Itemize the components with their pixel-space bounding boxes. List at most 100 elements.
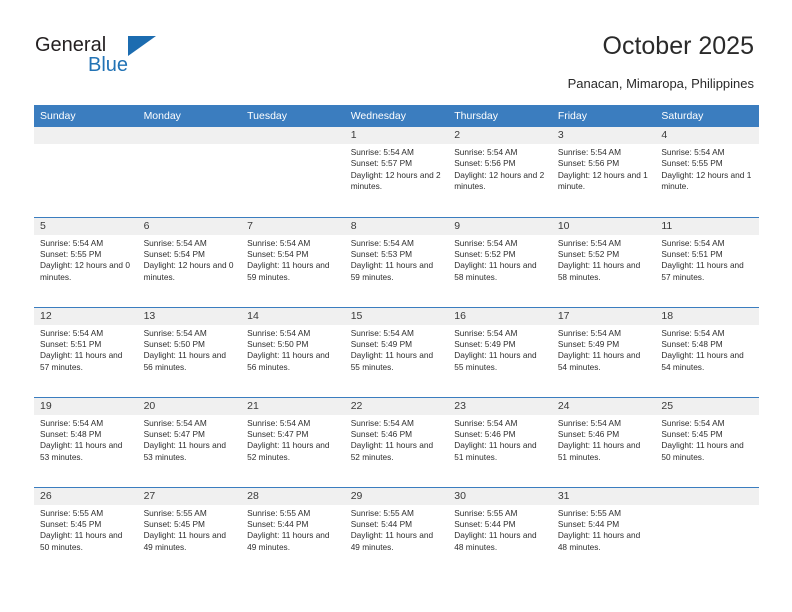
sunrise-text: Sunrise: 5:54 AM xyxy=(661,327,725,338)
calendar-day-cell[interactable]: 6 Sunrise: 5:54 AM Sunset: 5:54 PM Daylight… xyxy=(137,216,242,307)
calendar-day-cell[interactable]: 4 Sunrise: 5:54 AM Sunset: 5:55 PM Daylight… xyxy=(655,127,759,217)
day-number: 17 xyxy=(551,307,656,325)
sunset-text: Sunset: 5:57 PM xyxy=(350,158,413,169)
calendar-day-cell[interactable]: 24 Sunrise: 5:54 AM Sunset: 5:46 PM Dayligh… xyxy=(551,396,656,487)
day-number: 13 xyxy=(137,307,242,325)
calendar-day-cell[interactable]: 18 Sunrise: 5:54 AM Sunset: 5:48 PM Dayligh… xyxy=(655,306,759,397)
day-number: 21 xyxy=(241,397,345,415)
day-number: 5 xyxy=(34,217,138,235)
calendar-day-cell[interactable]: 20 Sunrise: 5:54 AM Sunset: 5:47 PM Dayligh… xyxy=(137,396,242,487)
logo-generalblue[interactable]: General Blue xyxy=(35,34,235,84)
calendar-cell-empty xyxy=(137,127,242,217)
calendar-day-cell[interactable]: 19 Sunrise: 5:54 AM Sunset: 5:48 PM Dayligh… xyxy=(34,396,138,487)
sunset-text: Sunset: 5:44 PM xyxy=(454,518,516,529)
sunset-text: Sunset: 5:45 PM xyxy=(143,518,205,529)
day-number: 11 xyxy=(655,217,759,235)
calendar-day-cell[interactable]: 1 Sunrise: 5:54 AM Sunset: 5:57 PM Daylight… xyxy=(344,127,449,217)
sunset-text: Sunset: 5:53 PM xyxy=(350,248,413,259)
calendar-day-cell[interactable]: 2 Sunrise: 5:54 AM Sunset: 5:56 PM Daylight… xyxy=(448,127,552,217)
sunset-text: Sunset: 5:51 PM xyxy=(661,248,723,259)
day-sun-info: Sunrise: 5:54 AM Sunset: 5:53 PM Daylight:… xyxy=(345,235,449,284)
day-number: 1 xyxy=(344,127,449,144)
page-title: October 2025 xyxy=(602,32,755,60)
day-sun-info: Sunrise: 5:54 AM Sunset: 5:54 PM Daylight:… xyxy=(138,235,242,284)
calendar-day-cell[interactable]: 14 Sunrise: 5:54 AM Sunset: 5:50 PM Dayligh… xyxy=(241,306,345,397)
day-number: 2 xyxy=(448,127,552,144)
sunset-text: Sunset: 5:46 PM xyxy=(350,428,413,439)
calendar-day-cell[interactable]: 12 Sunrise: 5:54 AM Sunset: 5:51 PM Dayligh… xyxy=(34,306,138,397)
sunrise-text: Sunrise: 5:54 AM xyxy=(557,237,621,248)
day-number: 24 xyxy=(551,397,656,415)
calendar-day-cell[interactable]: 9 Sunrise: 5:54 AM Sunset: 5:52 PM Daylight… xyxy=(448,216,552,307)
page-subtitle-location: Panacan, Mimaropa, Philippines xyxy=(567,76,754,91)
day-number: 20 xyxy=(137,397,242,415)
day-number xyxy=(34,127,138,144)
calendar-day-cell[interactable]: 28 Sunrise: 5:55 AM Sunset: 5:44 PM Dayligh… xyxy=(241,486,345,577)
daylight-text: Daylight: 11 hours and 51 minutes. xyxy=(557,440,641,462)
daylight-text: Daylight: 11 hours and 53 minutes. xyxy=(40,440,123,462)
day-number: 10 xyxy=(551,217,656,235)
calendar-day-cell[interactable]: 5 Sunrise: 5:54 AM Sunset: 5:55 PM Daylight… xyxy=(34,216,138,307)
calendar-day-cell[interactable]: 22 Sunrise: 5:54 AM Sunset: 5:46 PM Dayligh… xyxy=(344,396,449,487)
calendar-day-cell[interactable]: 3 Sunrise: 5:54 AM Sunset: 5:56 PM Daylight… xyxy=(551,127,656,217)
sunrise-text: Sunrise: 5:54 AM xyxy=(350,237,414,248)
day-number: 9 xyxy=(448,217,552,235)
calendar-day-cell[interactable]: 11 Sunrise: 5:54 AM Sunset: 5:51 PM Dayligh… xyxy=(655,216,759,307)
calendar-day-cell[interactable]: 10 Sunrise: 5:54 AM Sunset: 5:52 PM Dayligh… xyxy=(551,216,656,307)
day-number: 16 xyxy=(448,307,552,325)
calendar-day-cell[interactable]: 31 Sunrise: 5:55 AM Sunset: 5:44 PM Dayligh… xyxy=(551,486,656,577)
day-sun-info: Sunrise: 5:54 AM Sunset: 5:57 PM Daylight:… xyxy=(345,144,449,193)
calendar-day-cell[interactable]: 15 Sunrise: 5:54 AM Sunset: 5:49 PM Dayligh… xyxy=(344,306,449,397)
sunset-text: Sunset: 5:49 PM xyxy=(557,338,620,349)
sunrise-text: Sunrise: 5:54 AM xyxy=(557,417,621,428)
sunset-text: Sunset: 5:49 PM xyxy=(454,338,516,349)
calendar-day-cell[interactable]: 25 Sunrise: 5:54 AM Sunset: 5:45 PM Dayligh… xyxy=(655,396,759,487)
calendar-day-cell[interactable]: 7 Sunrise: 5:54 AM Sunset: 5:54 PM Daylight… xyxy=(241,216,345,307)
calendar-day-cell[interactable]: 8 Sunrise: 5:54 AM Sunset: 5:53 PM Daylight… xyxy=(344,216,449,307)
daylight-text: Daylight: 12 hours and 2 minutes. xyxy=(454,169,545,192)
calendar-day-cell[interactable]: 29 Sunrise: 5:55 AM Sunset: 5:44 PM Dayligh… xyxy=(344,486,449,577)
calendar-cell-empty xyxy=(241,127,345,217)
logo-text-general: General xyxy=(35,34,107,56)
calendar-cell-empty xyxy=(655,486,759,577)
calendar-day-cell[interactable]: 17 Sunrise: 5:54 AM Sunset: 5:49 PM Dayligh… xyxy=(551,306,656,397)
daylight-text: Daylight: 11 hours and 55 minutes. xyxy=(350,350,434,372)
sunrise-text: Sunrise: 5:54 AM xyxy=(143,237,207,248)
sunrise-text: Sunrise: 5:55 AM xyxy=(143,507,207,518)
calendar-day-cell[interactable]: 26 Sunrise: 5:55 AM Sunset: 5:45 PM Dayligh… xyxy=(34,486,138,577)
day-number: 18 xyxy=(655,307,759,325)
daylight-text: Daylight: 11 hours and 59 minutes. xyxy=(350,260,434,282)
sunset-text: Sunset: 5:48 PM xyxy=(40,428,102,439)
sunrise-text: Sunrise: 5:54 AM xyxy=(143,417,207,428)
sunrise-text: Sunrise: 5:54 AM xyxy=(557,327,621,338)
calendar-week-row: 1 Sunrise: 5:54 AM Sunset: 5:57 PM Daylight… xyxy=(34,127,759,217)
calendar-day-cell[interactable]: 21 Sunrise: 5:54 AM Sunset: 5:47 PM Dayligh… xyxy=(241,396,345,487)
day-number: 12 xyxy=(34,307,138,325)
sunrise-text: Sunrise: 5:54 AM xyxy=(40,237,104,248)
daylight-text: Daylight: 11 hours and 56 minutes. xyxy=(143,350,226,372)
daylight-text: Daylight: 11 hours and 52 minutes. xyxy=(350,440,434,462)
sunset-text: Sunset: 5:44 PM xyxy=(350,518,413,529)
sunset-text: Sunset: 5:46 PM xyxy=(454,428,516,439)
daylight-text: Daylight: 11 hours and 48 minutes. xyxy=(557,530,641,552)
calendar-page: General Blue October 2025 Panacan, Mimar… xyxy=(0,0,792,612)
calendar-day-cell[interactable]: 13 Sunrise: 5:54 AM Sunset: 5:50 PM Dayligh… xyxy=(137,306,242,397)
day-sun-info: Sunrise: 5:54 AM Sunset: 5:50 PM Daylight:… xyxy=(241,325,345,374)
sunrise-text: Sunrise: 5:55 AM xyxy=(247,507,311,518)
day-sun-info: Sunrise: 5:54 AM Sunset: 5:50 PM Daylight:… xyxy=(138,325,242,374)
calendar-cell-empty xyxy=(34,127,138,217)
weekday-header-wednesday: Wednesday xyxy=(344,105,449,127)
calendar-day-cell[interactable]: 30 Sunrise: 5:55 AM Sunset: 5:44 PM Dayligh… xyxy=(448,486,552,577)
calendar-day-cell[interactable]: 23 Sunrise: 5:54 AM Sunset: 5:46 PM Dayligh… xyxy=(448,396,552,487)
sunrise-text: Sunrise: 5:55 AM xyxy=(40,507,104,518)
sunrise-text: Sunrise: 5:54 AM xyxy=(247,417,311,428)
calendar-day-cell[interactable]: 16 Sunrise: 5:54 AM Sunset: 5:49 PM Dayligh… xyxy=(448,306,552,397)
sunset-text: Sunset: 5:50 PM xyxy=(143,338,205,349)
sunset-text: Sunset: 5:54 PM xyxy=(247,248,309,259)
sunset-text: Sunset: 5:44 PM xyxy=(247,518,309,529)
day-sun-info: Sunrise: 5:54 AM Sunset: 5:55 PM Daylight:… xyxy=(655,144,759,193)
daylight-text: Daylight: 11 hours and 53 minutes. xyxy=(143,440,226,462)
sunset-text: Sunset: 5:55 PM xyxy=(40,248,102,259)
day-sun-info: Sunrise: 5:55 AM Sunset: 5:44 PM Daylight:… xyxy=(448,505,552,554)
calendar-day-cell[interactable]: 27 Sunrise: 5:55 AM Sunset: 5:45 PM Dayligh… xyxy=(137,486,242,577)
